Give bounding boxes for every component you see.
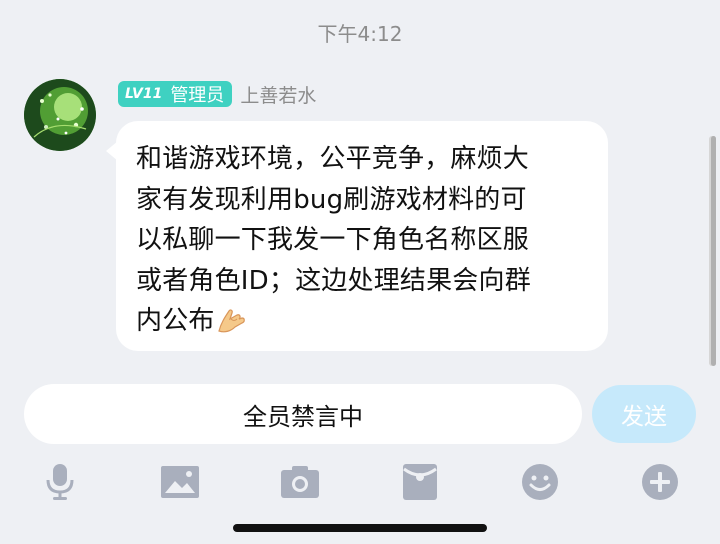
camera-icon[interactable]	[276, 458, 324, 506]
home-indicator[interactable]	[233, 524, 487, 532]
pinching-hand-emoji	[215, 305, 247, 335]
emoji-icon[interactable]	[516, 458, 564, 506]
red-packet-icon[interactable]	[396, 458, 444, 506]
input-toolbar	[0, 458, 720, 506]
message-bubble[interactable]: 和谐游戏环境，公平竞争，麻烦大 家有发现利用bug刷游戏材料的可 以私聊一下我发…	[106, 121, 608, 351]
avatar[interactable]	[24, 79, 96, 151]
message-text: 和谐游戏环境，公平竞争，麻烦大 家有发现利用bug刷游戏材料的可 以私聊一下我发…	[136, 139, 588, 342]
message-line: 或者角色ID；这边处理结果会向群	[136, 265, 531, 296]
level-badge: LV11 管理员	[118, 81, 233, 107]
role-label: 管理员	[170, 85, 225, 106]
message-line-last: 内公布	[136, 301, 588, 342]
avatar-image	[24, 79, 96, 151]
level-label: LV11	[125, 86, 163, 102]
plus-icon[interactable]	[636, 458, 684, 506]
message-input[interactable]: 全员禁言中	[24, 384, 582, 444]
message-line: 以私聊一下我发一下角色名称区服	[136, 225, 530, 255]
image-icon[interactable]	[156, 458, 204, 506]
sender-info: LV11 管理员 上善若水	[118, 80, 316, 108]
message-timestamp: 下午4:12	[317, 22, 403, 46]
send-button[interactable]: 发送	[592, 385, 696, 443]
sender-name[interactable]: 上善若水	[240, 81, 316, 108]
scrollbar-thumb[interactable]	[711, 136, 716, 366]
microphone-icon[interactable]	[36, 458, 84, 506]
message-line: 内公布	[136, 306, 215, 336]
message-line: 和谐游戏环境，公平竞争，麻烦大	[136, 144, 530, 174]
message-line: 家有发现利用bug刷游戏材料的可	[136, 184, 527, 215]
